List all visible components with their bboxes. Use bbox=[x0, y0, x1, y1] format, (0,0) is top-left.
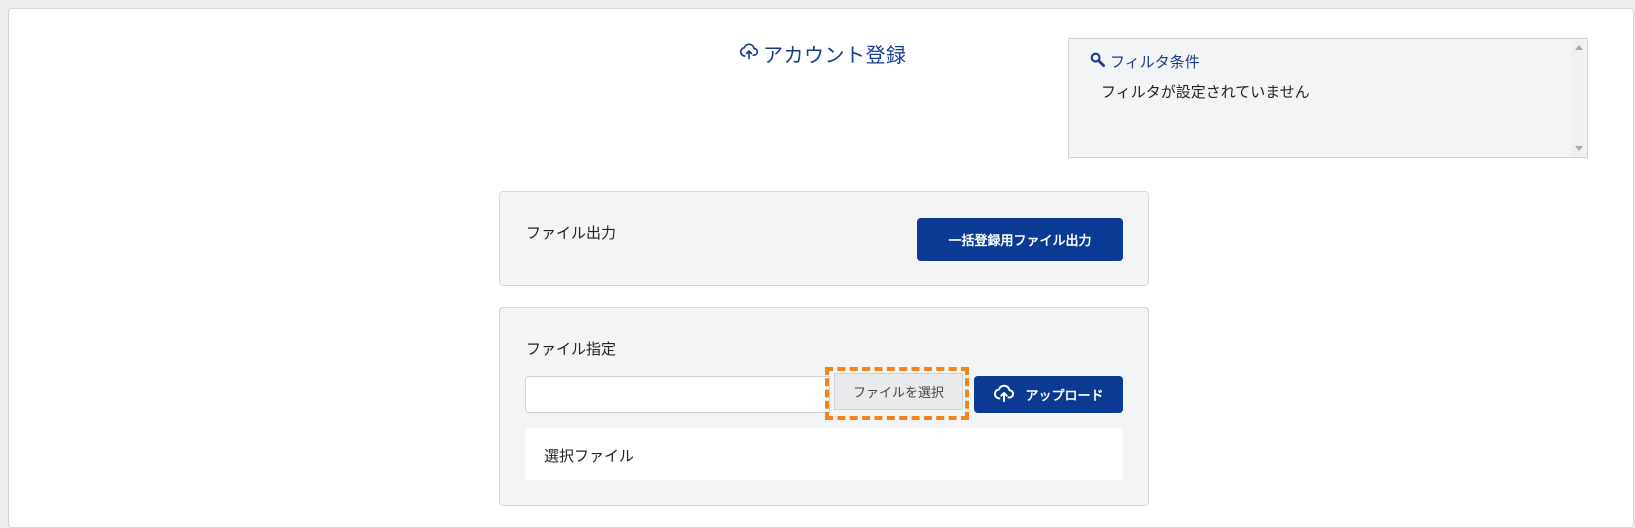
upload-button[interactable]: アップロード bbox=[974, 376, 1123, 413]
page-title: アカウント登録 bbox=[739, 39, 907, 68]
filter-panel[interactable]: フィルタ条件 フィルタが設定されていません bbox=[1068, 38, 1588, 158]
cloud-upload-icon bbox=[993, 383, 1015, 407]
upload-button-label: アップロード bbox=[1025, 389, 1104, 404]
filter-heading-text: フィルタ条件 bbox=[1110, 53, 1200, 71]
search-icon bbox=[1090, 52, 1105, 71]
file-export-card: ファイル出力 一括登録用ファイル出力 bbox=[499, 191, 1149, 286]
file-upload-card: ファイル指定 ファイルを選択 アップロード 選択ファイル bbox=[499, 307, 1149, 506]
file-export-label: ファイル出力 bbox=[526, 224, 617, 242]
main-frame: アカウント登録 フィルタ条件 フィルタが設定されていません ファイル出力 一括登… bbox=[8, 8, 1634, 528]
bulk-export-button[interactable]: 一括登録用ファイル出力 bbox=[917, 218, 1123, 261]
selected-files-label: 選択ファイル bbox=[544, 447, 635, 465]
filter-heading: フィルタ条件 bbox=[1090, 51, 1200, 72]
filter-status-text: フィルタが設定されていません bbox=[1101, 83, 1310, 101]
page-title-text: アカウント登録 bbox=[763, 43, 907, 67]
file-select-label: ファイル指定 bbox=[526, 340, 617, 358]
selected-files-box: 選択ファイル bbox=[525, 428, 1123, 480]
scroll-up-arrow-icon[interactable] bbox=[1575, 45, 1583, 50]
scroll-down-arrow-icon[interactable] bbox=[1575, 146, 1583, 151]
cloud-upload-icon bbox=[739, 41, 759, 66]
file-path-input[interactable] bbox=[525, 376, 830, 413]
choose-file-highlight: ファイルを選択 bbox=[825, 367, 969, 420]
choose-file-button[interactable]: ファイルを選択 bbox=[834, 373, 963, 410]
filter-scrollbar[interactable] bbox=[1571, 39, 1587, 157]
